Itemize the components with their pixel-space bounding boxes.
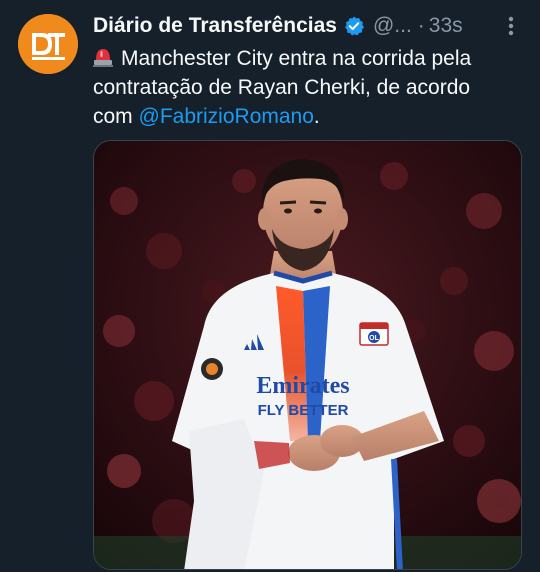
verified-badge-icon[interactable] [343, 15, 365, 37]
shirt-sponsor-line-2: FLY BETTER [258, 402, 349, 419]
author-handle[interactable]: @... [373, 14, 412, 38]
tweet-media-photo[interactable]: OL Emirates FLY BETTER [93, 140, 522, 570]
police-siren-emoji-icon [93, 46, 113, 68]
tweet-text-3-prefix: com [93, 105, 139, 128]
tweet-text-line-3: com @FabrizioRomano. [93, 102, 525, 131]
author-name[interactable]: Diário de Transferências [93, 14, 337, 38]
tweet-header: Diário de Transferências @... · 33s [93, 12, 463, 40]
player-photo: OL Emirates FLY BETTER [94, 141, 521, 569]
tweet-timestamp[interactable]: 33s [429, 14, 463, 38]
author-avatar[interactable] [18, 14, 78, 74]
tweet-text-1: Manchester City entra na corrida pela [121, 47, 472, 70]
tweet-text: Manchester City entra na corrida pela co… [93, 44, 525, 131]
tweet-text-line-1: Manchester City entra na corrida pela [93, 44, 525, 73]
more-options-icon[interactable] [497, 12, 525, 40]
tweet-text-line-2: contratação de Rayan Cherki, de acordo [93, 76, 471, 99]
tweet-card[interactable]: Diário de Transferências @... · 33s Manc… [0, 0, 540, 572]
mention-link[interactable]: @FabrizioRomano [139, 105, 314, 128]
shirt-sponsor-line-1: Emirates [256, 373, 349, 399]
badge-text: OL [369, 335, 379, 342]
tweet-text-3-suffix: . [313, 105, 320, 128]
avatar-logo-icon [18, 14, 78, 74]
header-separator: · [417, 14, 425, 37]
